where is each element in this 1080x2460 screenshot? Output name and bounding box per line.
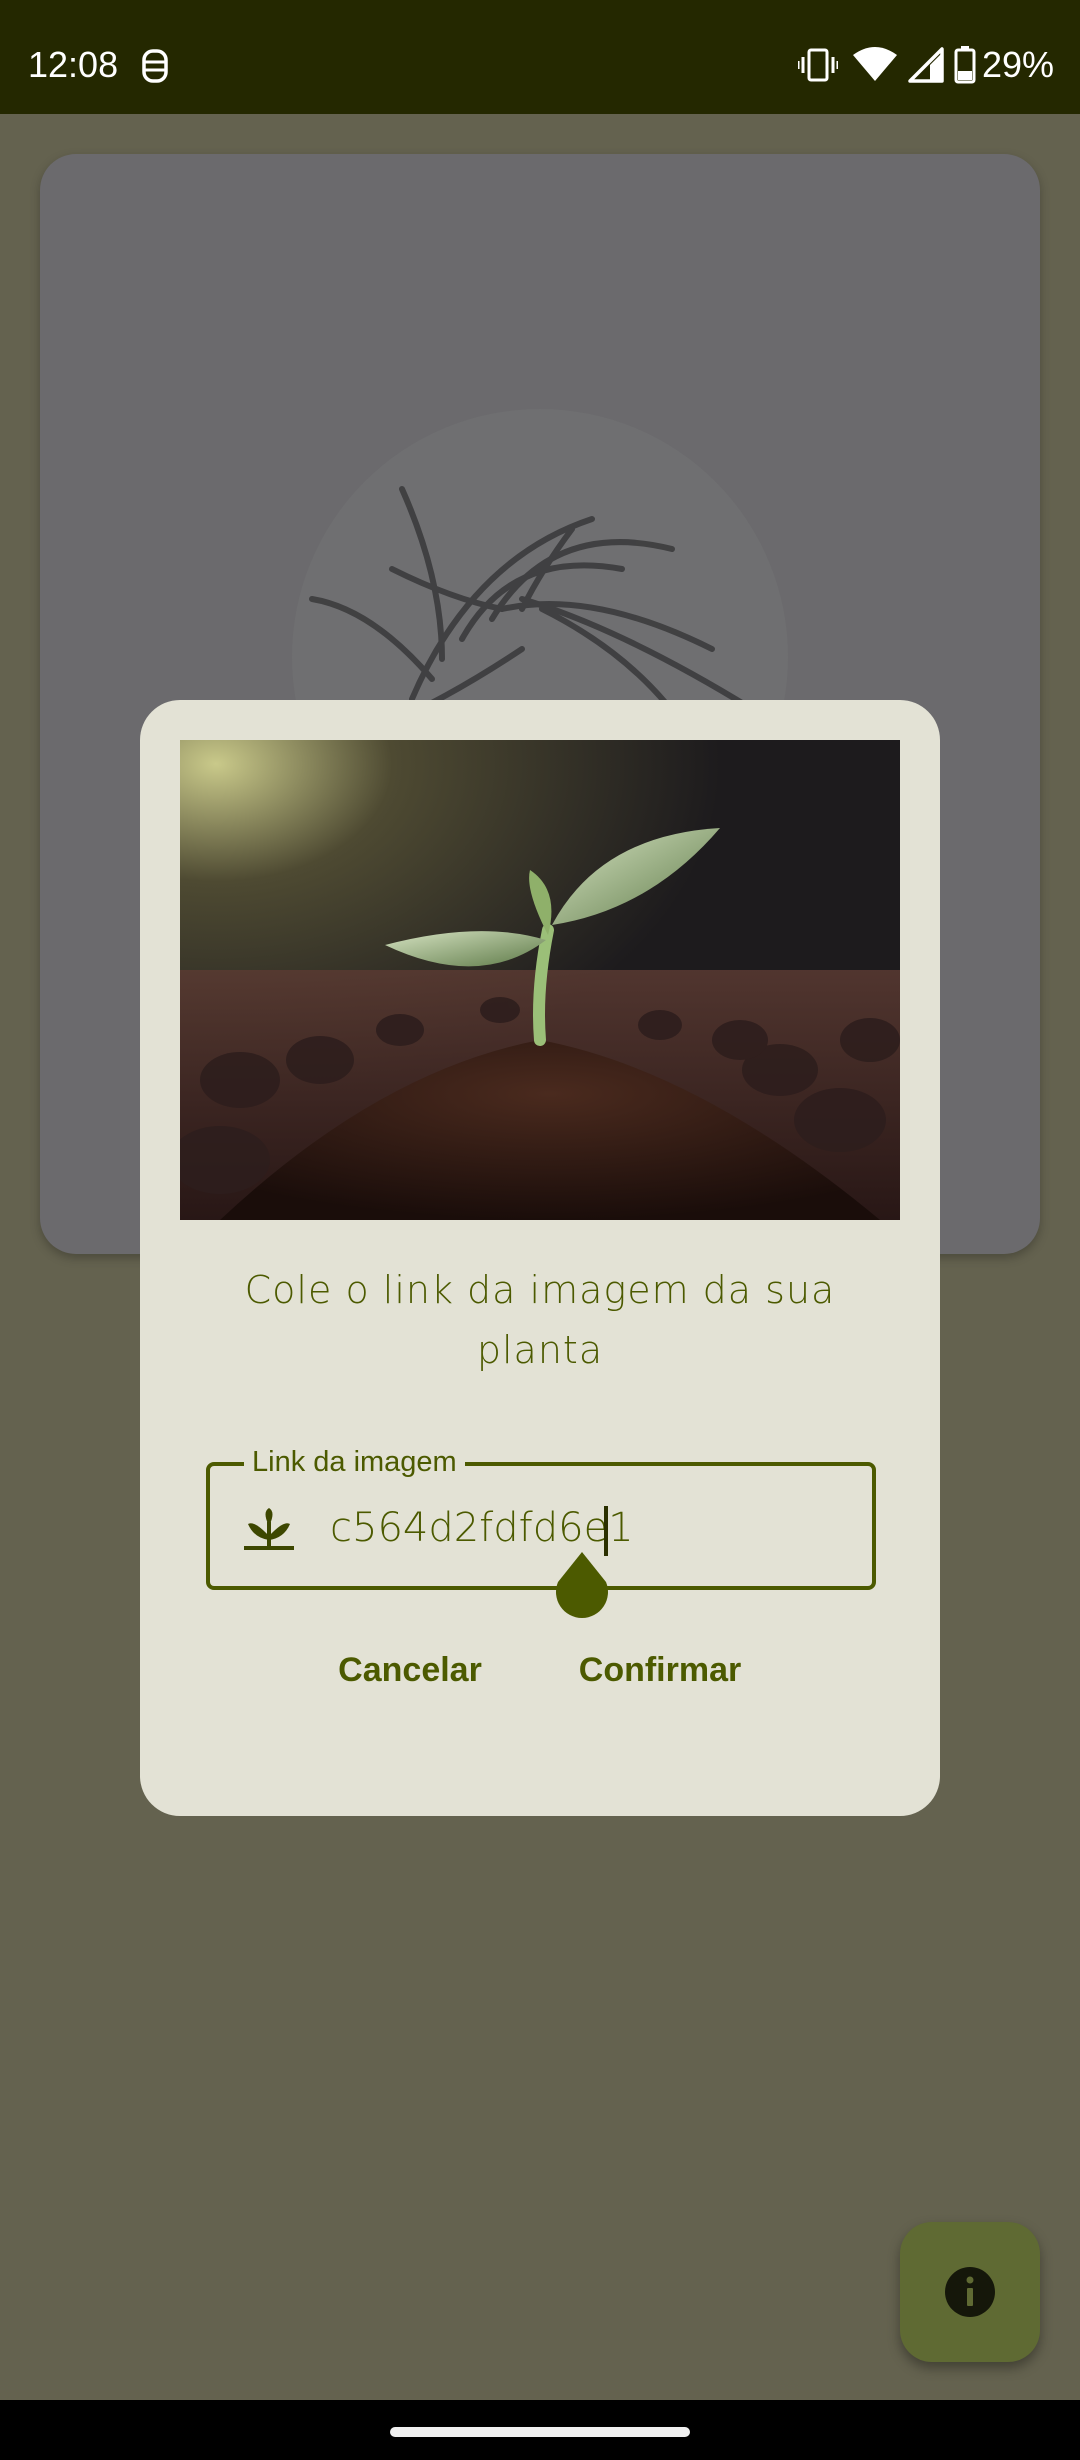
media-icon (142, 49, 168, 83)
plant-sprout-icon (244, 1508, 294, 1550)
dialog-title: Cole o link da imagem da sua planta (244, 1268, 836, 1372)
info-icon (945, 2267, 995, 2317)
image-link-dialog: Cole o link da imagem da sua planta Link… (140, 700, 940, 1816)
signal-icon (908, 47, 944, 83)
navigation-bar (0, 2400, 1080, 2460)
wifi-icon (852, 47, 897, 81)
status-bar: 12:08 29% (0, 0, 1080, 114)
vibrate-icon (797, 48, 838, 82)
seedling-image (180, 740, 900, 1220)
image-link-label: Link da imagem (244, 1442, 465, 1482)
info-button[interactable] (900, 2222, 1040, 2362)
home-gesture-handle[interactable] (390, 2427, 690, 2437)
confirm-button[interactable]: Confirmar (560, 1630, 760, 1710)
status-icons: 29% (797, 44, 1054, 86)
text-selection-handle[interactable] (554, 1552, 610, 1618)
battery-icon (954, 46, 976, 84)
text-cursor (604, 1506, 608, 1556)
battery-percent: 29% (981, 44, 1054, 85)
status-time: 12:08 (28, 44, 119, 85)
cancel-button[interactable]: Cancelar (320, 1630, 500, 1710)
image-link-field[interactable]: Link da imagem (206, 1442, 876, 1618)
dialog-actions: Cancelar Confirmar (140, 1630, 940, 1710)
